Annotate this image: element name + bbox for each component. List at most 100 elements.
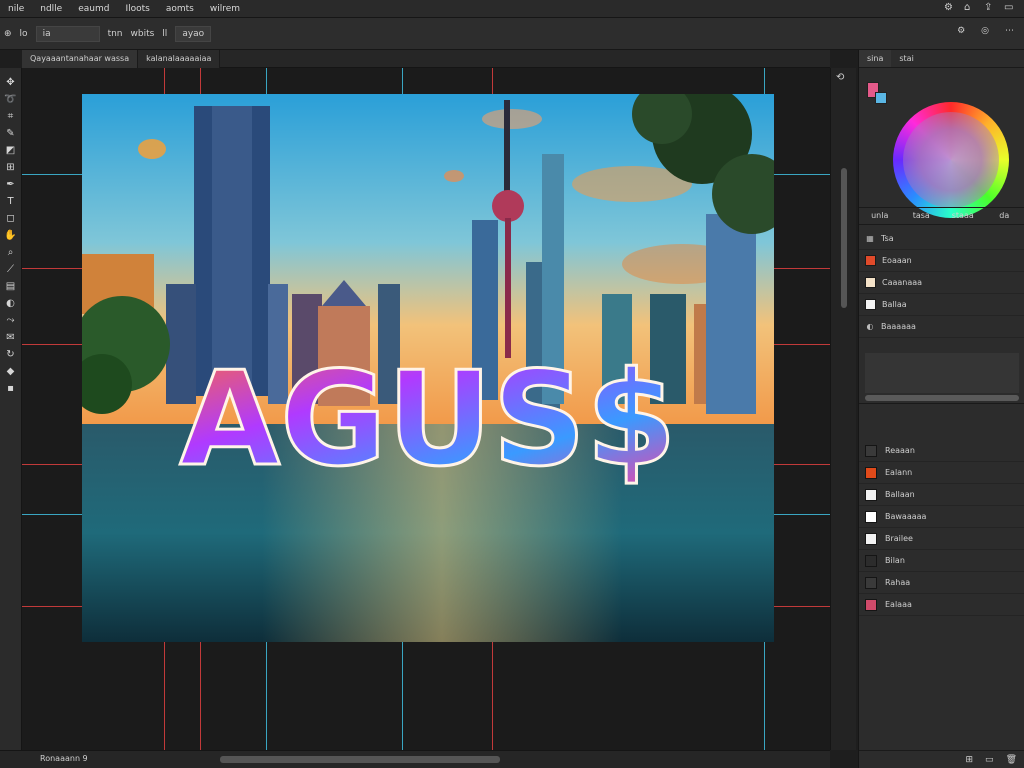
- path-icon[interactable]: ⤳: [4, 314, 18, 328]
- option-2[interactable]: tnn: [108, 29, 123, 39]
- brush-icon[interactable]: ✎: [4, 127, 18, 141]
- document-tabs: Qayaaantanahaar wassa kalanalaaaaaiaa: [22, 49, 830, 68]
- list-item[interactable]: Eoaaan: [859, 250, 1024, 272]
- eraser-icon[interactable]: ◩: [4, 144, 18, 158]
- panel-footer: ⊞ ▭ 🗑: [859, 750, 1024, 768]
- panel-collapse-icon[interactable]: ⟲: [836, 72, 850, 86]
- layer-row[interactable]: Reaaan: [859, 440, 1024, 462]
- list-item[interactable]: Caaanaaa: [859, 272, 1024, 294]
- share-icon[interactable]: ⇪: [984, 2, 994, 14]
- layer-row[interactable]: Rahaa: [859, 572, 1024, 594]
- home-icon[interactable]: ⌂: [964, 2, 974, 14]
- row-label: Baaaaaa: [881, 322, 916, 331]
- tool-preset-icon[interactable]: ⊕: [4, 29, 12, 39]
- subtab-4[interactable]: da: [984, 208, 1024, 224]
- layer-row[interactable]: Ealaaa: [859, 594, 1024, 616]
- pen-icon[interactable]: ✒: [4, 178, 18, 192]
- layer-thumbnail: [865, 554, 877, 567]
- row-label: Tsa: [881, 234, 894, 243]
- window-icon[interactable]: ▭: [1004, 2, 1014, 14]
- layer-thumbnail: [865, 510, 877, 523]
- canvas-area[interactable]: AGUS$: [22, 68, 830, 750]
- horizontal-scroll-thumb[interactable]: [220, 756, 500, 763]
- menu-edit[interactable]: ndlle: [32, 4, 70, 14]
- row-swatch: [865, 277, 876, 288]
- background-color-swatch[interactable]: [875, 92, 887, 104]
- doc-tab-active[interactable]: Qayaaantanahaar wassa: [22, 49, 139, 68]
- tab-color[interactable]: sina: [859, 50, 892, 67]
- layer-row[interactable]: Ealann: [859, 462, 1024, 484]
- more-icon[interactable]: ⋯: [1005, 26, 1014, 36]
- artwork-headline: AGUS$: [180, 343, 677, 495]
- subtab-3[interactable]: staaa: [942, 208, 984, 224]
- new-layer-icon[interactable]: ⊞: [966, 755, 974, 765]
- layer-row[interactable]: Bilan: [859, 550, 1024, 572]
- layer-row[interactable]: Brailee: [859, 528, 1024, 550]
- layer-name: Bilan: [885, 556, 905, 565]
- layer-name: Bawaaaaa: [885, 512, 927, 521]
- status-bar: Ronaaann 9: [0, 750, 830, 768]
- row-swatch: [865, 299, 876, 310]
- list-item[interactable]: Ballaa: [859, 294, 1024, 316]
- menu-image[interactable]: eaumd: [70, 4, 117, 14]
- subtab-1[interactable]: unla: [859, 208, 901, 224]
- list-item[interactable]: ◐ Baaaaaa: [859, 316, 1024, 338]
- list-item[interactable]: ▦ Tsa: [859, 228, 1024, 250]
- rotate-icon[interactable]: ↻: [4, 348, 18, 362]
- option-1[interactable]: lo: [20, 29, 28, 39]
- layer-thumbnail: [865, 488, 877, 501]
- option-field-2[interactable]: ayao: [175, 25, 212, 42]
- option-field-1[interactable]: ia: [35, 25, 100, 42]
- adjustments-list: ▦ Tsa Eoaaan Caaanaaa Ballaa ◐ Baaaaaa: [859, 228, 1024, 404]
- foreground-icon[interactable]: ▪: [4, 382, 18, 396]
- settings-icon[interactable]: ⚙: [957, 26, 965, 36]
- zoom-level[interactable]: Ronaaann 9: [40, 754, 88, 763]
- hand-icon[interactable]: ✋: [4, 229, 18, 243]
- option-3[interactable]: wbits: [131, 29, 155, 39]
- canvas-vertical-scrollbar[interactable]: [830, 68, 856, 750]
- fill-icon[interactable]: ◆: [4, 365, 18, 379]
- trash-icon[interactable]: 🗑: [1006, 755, 1017, 765]
- vertical-scroll-thumb[interactable]: [841, 168, 847, 308]
- dodge-icon[interactable]: ◐: [4, 297, 18, 311]
- option-4[interactable]: ll: [162, 29, 167, 39]
- folder-icon[interactable]: ▭: [985, 755, 994, 765]
- layer-thumbnail: [865, 576, 877, 589]
- stamp-icon[interactable]: ⊞: [4, 161, 18, 175]
- tools-panel: ✥ ➰ ⌗ ✎ ◩ ⊞ ✒ T ◻ ✋ ⌕ ⟋ ▤ ◐ ⤳ ✉ ↻ ◆ ▪: [0, 68, 22, 750]
- tab-swatches[interactable]: stai: [891, 50, 922, 67]
- zoom-icon[interactable]: ⌕: [4, 246, 18, 260]
- layers-list: Reaaan Ealann Ballaan Bawaaaaa Brailee B…: [859, 440, 1024, 616]
- layer-thumbnail: [865, 444, 877, 457]
- layer-row[interactable]: Ballaan: [859, 484, 1024, 506]
- doc-tab-second[interactable]: kalanalaaaaaiaa: [138, 49, 221, 68]
- row-swatch: [865, 255, 876, 266]
- menu-layer[interactable]: Iloots: [117, 4, 157, 14]
- menu-window[interactable]: wilrem: [202, 4, 248, 14]
- subtab-2[interactable]: tasa: [901, 208, 943, 224]
- account-icon[interactable]: ◎: [981, 26, 989, 36]
- settings-icon[interactable]: ⚙: [944, 2, 954, 14]
- note-icon[interactable]: ✉: [4, 331, 18, 345]
- menu-file[interactable]: nile: [0, 4, 32, 14]
- menubar-icons: ⚙ ⌂ ⇪ ▭: [944, 2, 1014, 14]
- histogram-graph: [865, 353, 1019, 393]
- shape-icon[interactable]: ◻: [4, 212, 18, 226]
- layer-thumbnail: [865, 466, 877, 479]
- row-label: Caaanaaa: [882, 278, 923, 287]
- layer-row[interactable]: Bawaaaaa: [859, 506, 1024, 528]
- text-icon[interactable]: T: [4, 195, 18, 209]
- move-icon[interactable]: ✥: [4, 76, 18, 90]
- crop-icon[interactable]: ⌗: [4, 110, 18, 124]
- histogram-slider[interactable]: [865, 395, 1019, 401]
- layer-name: Ealann: [885, 468, 913, 477]
- menu-select[interactable]: aomts: [158, 4, 202, 14]
- color-wheel[interactable]: [893, 102, 1009, 218]
- histogram: [859, 338, 1024, 404]
- document-artwork[interactable]: AGUS$: [82, 94, 774, 642]
- row-label: Ballaa: [882, 300, 907, 309]
- gradient-icon[interactable]: ▤: [4, 280, 18, 294]
- lasso-icon[interactable]: ➰: [4, 93, 18, 107]
- eyedropper-icon[interactable]: ⟋: [4, 263, 18, 277]
- layer-name: Reaaan: [885, 446, 915, 455]
